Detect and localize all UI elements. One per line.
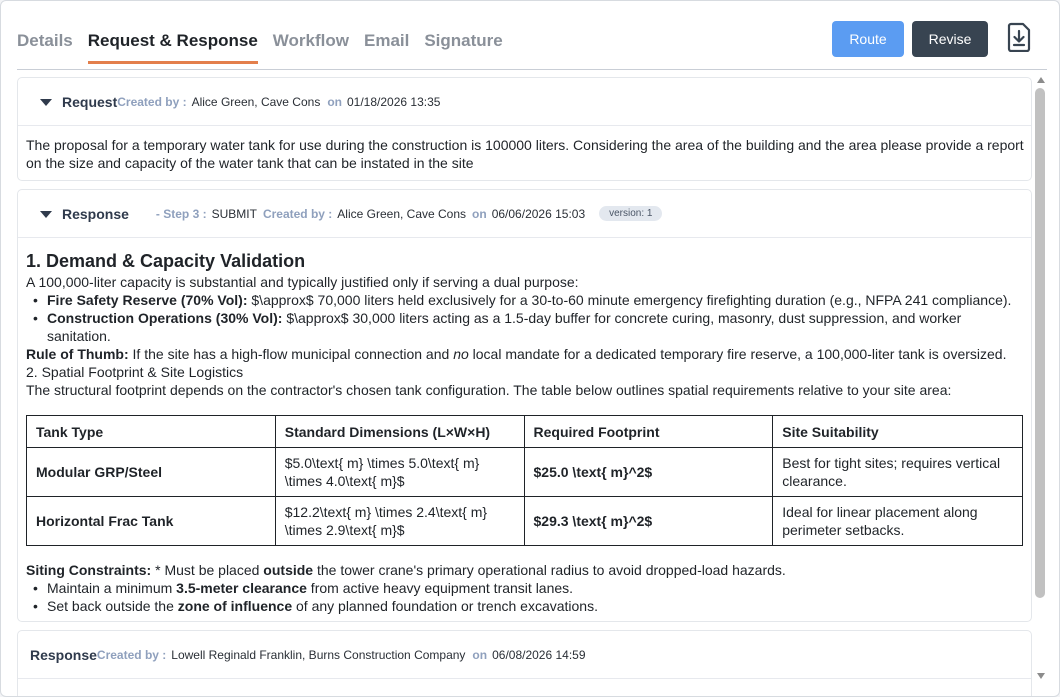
tab-workflow[interactable]: Workflow: [273, 31, 349, 64]
route-button[interactable]: Route: [832, 21, 904, 57]
item-text: Set back outside the: [47, 598, 178, 614]
rule-italic: no: [453, 346, 469, 362]
vertical-scrollbar[interactable]: [1034, 77, 1048, 687]
table-cell: Horizontal Frac Tank: [26, 496, 276, 546]
item-text: from active heavy equipment transit lane…: [306, 580, 574, 596]
response-author: Lowell Reginald Franklin, Burns Construc…: [171, 647, 466, 662]
table-cell: $25.0 \text{ m}^2$: [523, 447, 774, 497]
list-item: Set back outside the zone of influence o…: [26, 597, 1026, 615]
request-author: Alice Green, Cave Cons: [191, 94, 321, 109]
response-card: Response - Step 3 : SUBMIT Created by : …: [17, 189, 1032, 622]
column-header: Site Suitability: [772, 415, 1023, 448]
column-header: Standard Dimensions (L×W×H): [274, 415, 525, 448]
response-author: Alice Green, Cave Cons: [337, 206, 467, 221]
request-body: The proposal for a temporary water tank …: [26, 137, 1024, 171]
column-header: Required Footprint: [523, 415, 774, 448]
table-cell: $29.3 \text{ m}^2$: [523, 496, 774, 546]
intro-text: A 100,000-liter capacity is substantial …: [26, 274, 579, 290]
tab-divider: [17, 69, 1047, 70]
version-badge: version: 1: [599, 206, 663, 221]
request-card: Request Created by : Alice Green, Cave C…: [17, 77, 1032, 181]
table-cell: Ideal for linear placement along perimet…: [772, 496, 1023, 546]
siting-list: Maintain a minimum 3.5-meter clearance f…: [26, 579, 1026, 615]
tab-request-response[interactable]: Request & Response: [87, 31, 258, 64]
revise-button[interactable]: Revise: [912, 21, 988, 57]
item-text: $\approx$ 70,000 liters held exclusively…: [247, 292, 1012, 308]
list-item: Construction Operations (30% Vol): $\app…: [26, 309, 1026, 345]
item-text: of any planned foundation or trench exca…: [292, 598, 598, 614]
response-card-2: Response Created by : Lowell Reginald Fr…: [17, 630, 1032, 696]
response-date: 06/08/2026 14:59: [492, 647, 586, 662]
siting-constraints: Siting Constraints: * Must be placed out…: [26, 561, 1026, 579]
table-cell: Best for tight sites; requires vertical …: [772, 447, 1023, 497]
tab-details[interactable]: Details: [17, 31, 73, 64]
response-body: 1. Demand & Capacity Validation A 100,00…: [26, 250, 1026, 615]
siting-text: * Must be placed: [151, 562, 264, 578]
tab-email[interactable]: Email: [364, 31, 409, 64]
rule-bold: Rule of Thumb:: [26, 346, 129, 362]
request-title: Request: [62, 93, 118, 110]
demand-list: Fire Safety Reserve (70% Vol): $\approx$…: [26, 291, 1026, 345]
created-by-label: Created by :: [96, 647, 167, 662]
request-header[interactable]: Request Created by : Alice Green, Cave C…: [18, 78, 1031, 126]
scroll-up-arrow-icon[interactable]: [1037, 77, 1045, 83]
item-bold: zone of influence: [177, 598, 293, 614]
rule-text: local mandate for a dedicated temporary …: [468, 346, 1007, 362]
item-bold: Construction Operations (30% Vol):: [47, 310, 283, 326]
response-title: Response: [30, 646, 97, 663]
document-panel: Details Request & Response Workflow Emai…: [0, 0, 1060, 697]
tab-bar: Details Request & Response Workflow Emai…: [17, 31, 503, 64]
request-date: 01/18/2026 13:35: [347, 94, 441, 109]
item-text: Maintain a minimum: [47, 580, 177, 596]
response-header[interactable]: Response - Step 3 : SUBMIT Created by : …: [18, 190, 1031, 238]
siting-bold: outside: [263, 562, 314, 578]
step-label: - Step 3 :: [155, 206, 207, 221]
scrollbar-thumb[interactable]: [1035, 88, 1045, 598]
rule-text: If the site has a high-flow municipal co…: [128, 346, 454, 362]
on-label: on: [472, 206, 487, 221]
created-by-label: Created by :: [262, 206, 333, 221]
step-value: SUBMIT: [211, 206, 257, 221]
section-heading: 1. Demand & Capacity Validation: [26, 251, 306, 271]
table-cell: Modular GRP/Steel: [26, 447, 276, 497]
tank-table: Tank Type Standard Dimensions (L×W×H) Re…: [26, 415, 1023, 546]
table-cell: $12.2\text{ m} \times 2.4\text{ m} \time…: [274, 496, 525, 546]
rule-of-thumb: Rule of Thumb: If the site has a high-fl…: [26, 345, 1026, 363]
column-header: Tank Type: [26, 415, 276, 448]
on-label: on: [472, 647, 488, 662]
table-header-row: Tank Type Standard Dimensions (L×W×H) Re…: [26, 415, 1023, 448]
on-label: on: [327, 94, 342, 109]
section2-text: The structural footprint depends on the …: [26, 382, 952, 398]
thread-scroll-area: Request Created by : Alice Green, Cave C…: [17, 77, 1032, 696]
item-bold: 3.5-meter clearance: [176, 580, 307, 596]
caret-down-icon[interactable]: [40, 98, 52, 106]
tab-signature[interactable]: Signature: [424, 31, 502, 64]
item-bold: Fire Safety Reserve (70% Vol):: [47, 292, 248, 308]
table-row: Modular GRP/Steel $5.0\text{ m} \times 5…: [26, 447, 1023, 497]
response-date: 06/06/2026 15:03: [491, 206, 586, 221]
siting-text: the tower crane's primary operational ra…: [313, 562, 786, 578]
response-title: Response: [62, 205, 129, 222]
response-header[interactable]: Response Created by : Lowell Reginald Fr…: [18, 631, 1031, 679]
scroll-down-arrow-icon[interactable]: [1037, 673, 1045, 679]
download-file-icon[interactable]: [1006, 22, 1032, 53]
created-by-label: Created by :: [117, 94, 187, 109]
table-cell: $5.0\text{ m} \times 5.0\text{ m} \times…: [274, 447, 525, 497]
list-item: Fire Safety Reserve (70% Vol): $\approx$…: [26, 291, 1026, 309]
section2-heading: 2. Spatial Footprint & Site Logistics: [26, 364, 244, 380]
list-item: Maintain a minimum 3.5-meter clearance f…: [26, 579, 1026, 597]
siting-bold: Siting Constraints:: [26, 562, 152, 578]
table-row: Horizontal Frac Tank $12.2\text{ m} \tim…: [26, 496, 1023, 546]
caret-down-icon[interactable]: [40, 210, 52, 218]
